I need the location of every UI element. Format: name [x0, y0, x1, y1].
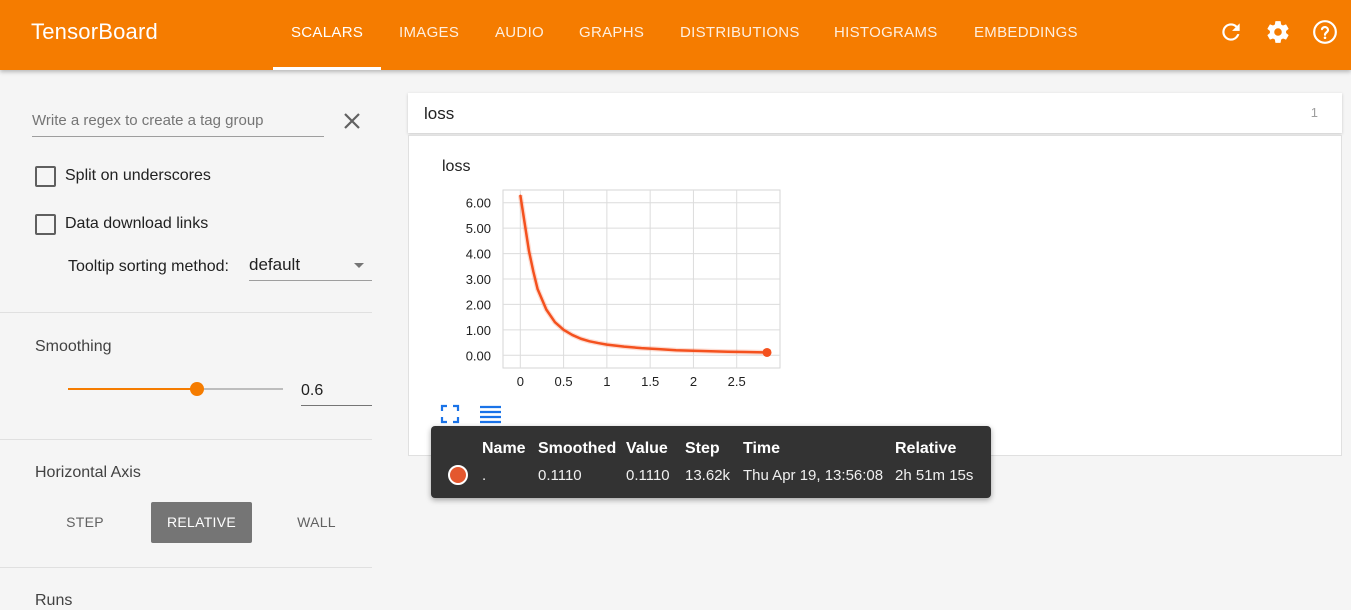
tooltip-header-value: Value	[626, 440, 668, 457]
chart-title: loss	[442, 158, 471, 175]
data-point	[675, 349, 677, 351]
data-point	[744, 351, 746, 353]
tag-group-title: loss	[424, 104, 455, 123]
tag-group-regex-input[interactable]	[32, 105, 324, 137]
data-point	[606, 344, 608, 346]
tab-distributions[interactable]: DISTRIBUTIONS	[680, 24, 800, 41]
fullscreen-icon[interactable]	[439, 403, 461, 425]
split-underscores-checkbox[interactable]	[35, 166, 56, 187]
hover-point-marker	[762, 347, 772, 357]
axis-relative-button[interactable]: RELATIVE	[151, 502, 252, 543]
y-tick-label: 0.00	[466, 348, 491, 363]
tab-embeddings[interactable]: EMBEDDINGS	[974, 24, 1078, 41]
app-title: TensorBoard	[31, 19, 158, 44]
chart-tooltip: Name Smoothed Value Step Time Relative .…	[431, 426, 991, 498]
y-tick-label: 6.00	[466, 196, 491, 211]
tooltip-header-name: Name	[482, 440, 526, 457]
data-point	[528, 250, 530, 252]
tooltip-step: 13.62k	[685, 467, 731, 484]
data-point	[562, 329, 565, 331]
data-point	[727, 351, 729, 353]
axis-step-button[interactable]: STEP	[52, 502, 118, 543]
y-tick-label: 4.00	[466, 247, 491, 262]
y-tick-label: 1.00	[466, 323, 491, 338]
data-point	[571, 334, 573, 336]
tooltip-header-relative: Relative	[895, 440, 957, 457]
smoothing-title: Smoothing	[35, 338, 112, 355]
split-underscores-label: Split on underscores	[65, 167, 211, 184]
y-tick-label: 2.00	[466, 297, 491, 312]
tooltip-header-step: Step	[685, 440, 720, 457]
sidebar-divider	[0, 567, 372, 568]
settings-gear-icon[interactable]	[1265, 19, 1291, 45]
tooltip-sort-value: default	[249, 255, 301, 274]
tag-group-header[interactable]: loss 1	[408, 93, 1342, 133]
x-tick-label: 2.5	[728, 374, 746, 389]
tag-group-count: 1	[1310, 105, 1318, 120]
tooltip-run-name: .	[482, 467, 487, 484]
tab-graphs[interactable]: GRAPHS	[579, 24, 644, 41]
tab-images[interactable]: IMAGES	[399, 24, 459, 41]
run-color-swatch	[448, 465, 468, 485]
data-selection-icon[interactable]	[479, 403, 501, 425]
sidebar-divider	[0, 312, 372, 313]
x-tick-label: 0.5	[555, 374, 573, 389]
data-point	[519, 194, 521, 196]
smoothed-series-line	[519, 194, 768, 354]
horizontal-axis-title: Horizontal Axis	[35, 464, 141, 481]
data-point	[545, 308, 547, 311]
data-download-checkbox[interactable]	[35, 214, 56, 235]
tab-audio[interactable]: AUDIO	[495, 24, 544, 41]
runs-title: Runs	[35, 592, 73, 609]
tooltip-value: 0.1110	[626, 467, 670, 484]
data-point	[588, 340, 591, 342]
x-tick-label: 2	[690, 374, 697, 389]
smoothing-value-input[interactable]: 0.6	[301, 378, 372, 406]
data-point	[524, 222, 526, 224]
loss-chart[interactable]: 0 0.5 1 1.5 2 2.5 0.00 1.00 2.00 3.00 4.00 5.00 6.00	[440, 182, 790, 392]
data-point	[640, 347, 643, 349]
data-point	[597, 342, 599, 344]
y-tick-label: 5.00	[466, 221, 491, 236]
tooltip-sort-select[interactable]: default	[249, 252, 372, 281]
chevron-down-icon	[354, 263, 364, 268]
data-point	[580, 338, 582, 340]
data-point	[692, 350, 695, 352]
close-icon[interactable]	[342, 111, 362, 131]
tab-histograms[interactable]: HISTOGRAMS	[834, 24, 938, 41]
data-download-label: Data download links	[65, 215, 209, 232]
smoothing-slider-track-filled[interactable]	[68, 388, 197, 390]
tooltip-header-smoothed: Smoothed	[538, 440, 617, 457]
tooltip-relative: 2h 51m 15s	[895, 467, 974, 484]
data-point	[537, 288, 539, 290]
help-icon[interactable]	[1312, 19, 1338, 45]
sidebar-divider	[0, 439, 372, 440]
top-app-bar: TensorBoard SCALARS IMAGES AUDIO GRAPHS …	[0, 0, 1351, 70]
data-point	[658, 348, 660, 350]
y-tick-label: 3.00	[466, 272, 491, 287]
smoothing-slider-track[interactable]	[197, 388, 283, 390]
data-point	[532, 270, 534, 272]
tooltip-smoothed: 0.1110	[538, 467, 582, 484]
tooltip-header-time: Time	[743, 440, 781, 457]
x-tick-label: 1	[603, 374, 610, 389]
x-tick-label: 1.5	[641, 374, 659, 389]
smoothing-slider-knob[interactable]	[190, 382, 204, 396]
tooltip-time: Thu Apr 19, 13:56:08	[743, 467, 884, 484]
refresh-icon[interactable]	[1218, 19, 1244, 45]
raw-series-line	[517, 194, 768, 355]
axis-wall-button[interactable]: WALL	[283, 502, 350, 543]
data-point	[710, 350, 712, 352]
x-tick-label: 0	[517, 374, 524, 389]
data-point	[623, 346, 625, 348]
data-point	[554, 321, 556, 323]
tab-scalars[interactable]: SCALARS	[291, 24, 363, 41]
tooltip-sort-label: Tooltip sorting method:	[68, 258, 229, 275]
